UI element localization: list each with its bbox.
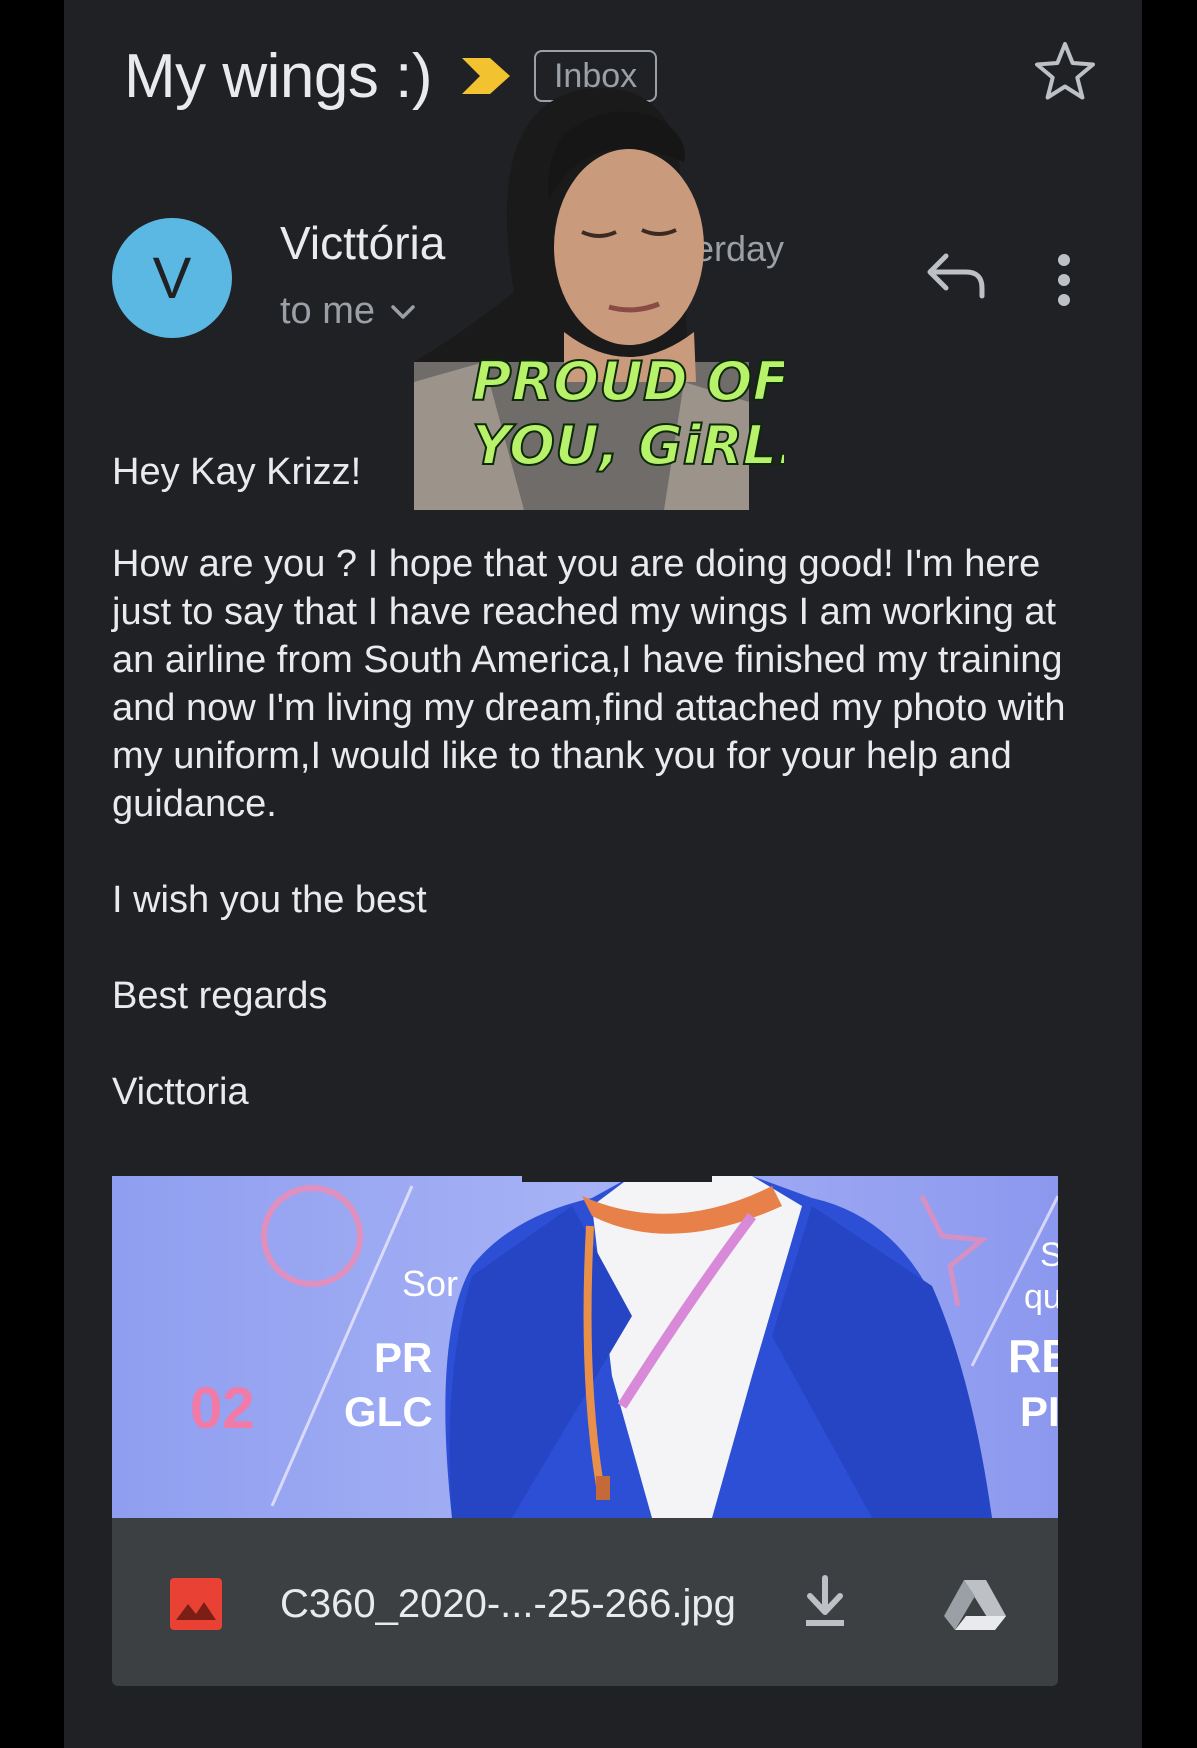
attachment-file-name: C360_2020-...-25-266.jpg <box>280 1582 736 1626</box>
email-greeting: Hey Kay Krizz! <box>112 451 362 493</box>
preview-text-02: 02 <box>190 1376 255 1441</box>
sender-avatar[interactable]: V <box>112 218 232 338</box>
preview-text-s: S <box>1040 1236 1058 1274</box>
recipient-details-toggle[interactable]: to me <box>280 290 417 333</box>
preview-text-pi: PI <box>1020 1388 1058 1435</box>
image-file-icon <box>170 1578 222 1630</box>
more-vert-icon[interactable] <box>1054 252 1074 308</box>
chevron-down-icon <box>391 304 415 319</box>
drive-icon[interactable] <box>942 1576 1008 1632</box>
email-signature: Victtoria <box>112 1071 249 1113</box>
preview-text-sor: Sor <box>402 1263 458 1304</box>
preview-text-glc: GLC <box>344 1388 433 1435</box>
proud-of-you-sticker: PROUD OF YOU, GiRL. <box>414 87 784 510</box>
email-regards: Best regards <box>112 975 328 1017</box>
email-subject: My wings :) <box>124 41 432 111</box>
reply-icon[interactable] <box>924 248 990 300</box>
avatar-initial: V <box>152 245 192 311</box>
attachment-preview-image[interactable]: Sor PR GLC 02 S qu RE PI <box>112 1176 1058 1518</box>
sticker-line-2: YOU, GiRL. <box>472 414 784 477</box>
attachment-bar[interactable]: C360_2020-...-25-266.jpg <box>112 1518 1058 1686</box>
sticker-line-1: PROUD OF <box>472 350 784 413</box>
email-closing-wish: I wish you the best <box>112 879 427 921</box>
recipient-line: to me <box>280 290 376 332</box>
star-icon[interactable] <box>1034 40 1096 102</box>
email-screen: My wings :) Inbox V Victtória to me erda… <box>64 0 1142 1748</box>
preview-text-re: RE <box>1008 1330 1058 1382</box>
email-body-paragraph: How are you ? I hope that you are doing … <box>112 543 1066 825</box>
preview-text-pr: PR <box>374 1334 432 1381</box>
preview-text-qu: qu <box>1024 1278 1058 1316</box>
download-icon[interactable] <box>802 1574 848 1630</box>
